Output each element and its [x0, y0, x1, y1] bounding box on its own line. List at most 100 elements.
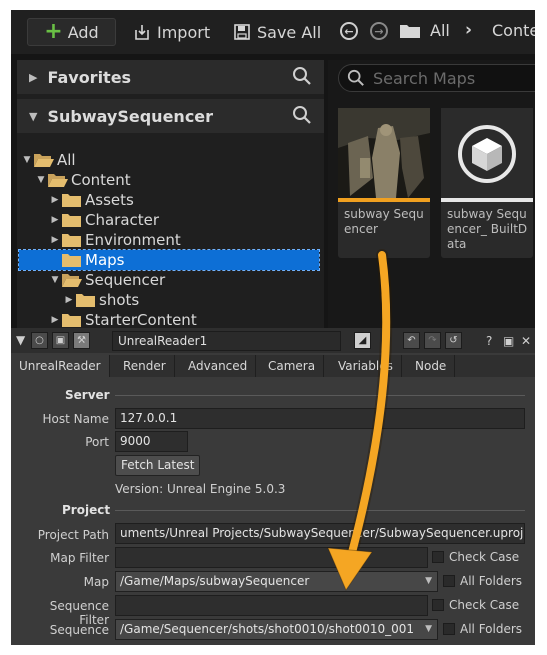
breadcrumb-separator-icon: › — [465, 20, 473, 40]
tree-item-shots[interactable]: ▶ shots — [19, 290, 319, 310]
collapsed-arrow-icon: ▶ — [65, 295, 73, 305]
tab-node[interactable]: Node — [407, 355, 456, 377]
chevron-down-icon: ▼ — [425, 624, 432, 634]
checkcase-label: Check Case — [449, 598, 520, 612]
tree-item-label: Character — [85, 211, 160, 229]
sequence-allfolders-checkbox[interactable] — [443, 623, 455, 635]
content-browser-toolbar: + Add Import Save All ← → All › Content — [11, 10, 535, 54]
tree-item-environment[interactable]: ▶ Environment — [19, 230, 319, 250]
properties-panel: ▼ ○ ▣ ⚒ UnrealReader1 ◢ ↶ ↷ ↺ ? ▣ ✕ Unre… — [11, 328, 535, 645]
map-dropdown[interactable]: /Game/Maps/subwaySequencer ▼ — [115, 571, 438, 592]
asset-type-bar — [338, 198, 430, 202]
folder-icon — [62, 193, 81, 207]
allfolders-label: All Folders — [460, 574, 523, 588]
project-header[interactable]: ▼ SubwaySequencer — [17, 99, 324, 133]
tab-camera[interactable]: Camera — [260, 355, 325, 377]
fetch-latest-button[interactable]: Fetch Latest — [115, 455, 201, 476]
folder-tree: ▼ All ▼ Content ▶ Assets ▶ Character ▶ E… — [18, 146, 320, 328]
tree-item-startercontent[interactable]: ▶ StarterContent — [19, 310, 319, 328]
properties-tabs: UnrealReader Render Advanced Camera Vari… — [11, 355, 535, 377]
map-thumbnail — [338, 108, 430, 198]
open-folder-icon — [34, 153, 54, 167]
host-name-label: Host Name — [42, 412, 109, 426]
open-folder-icon — [62, 273, 82, 287]
tree-item-maps[interactable]: Maps — [18, 249, 320, 271]
folder-icon — [76, 293, 95, 307]
host-name-input[interactable]: 127.0.0.1 — [115, 408, 525, 429]
expanded-arrow-icon: ▼ — [23, 155, 31, 165]
tree-item-character[interactable]: ▶ Character — [19, 210, 319, 230]
pin-icon[interactable]: ◢ — [354, 332, 371, 349]
undo-icon[interactable]: ↶ — [403, 332, 420, 349]
folder-icon — [62, 213, 81, 227]
expanded-arrow-icon: ▼ — [37, 175, 45, 185]
back-icon[interactable]: ← — [340, 22, 358, 40]
open-folder-icon — [48, 173, 68, 187]
import-button[interactable]: Import — [133, 18, 210, 46]
content-browser: + Add Import Save All ← → All › Content — [11, 10, 535, 328]
tree-item-label: Sequencer — [85, 271, 166, 289]
folder-icon — [62, 313, 81, 327]
port-input[interactable]: 9000 — [115, 431, 188, 452]
map-dropdown-value: /Game/Maps/subwaySequencer — [120, 574, 310, 588]
search-icon — [347, 69, 364, 86]
map-filter-input[interactable] — [115, 547, 428, 568]
tree-item-all[interactable]: ▼ All — [19, 150, 319, 170]
breadcrumb-all[interactable]: All — [430, 21, 450, 40]
collapsed-arrow-icon: ▶ — [29, 70, 38, 84]
collapsed-arrow-icon: ▶ — [51, 215, 59, 225]
collapse-arrow-icon[interactable]: ▼ — [16, 333, 25, 347]
folder-icon[interactable] — [399, 23, 421, 39]
asset-tile-builtdata[interactable]: subway Sequencer_ BuiltData — [441, 108, 533, 258]
map-filter-label: Map Filter — [50, 551, 109, 565]
asset-type-bar — [441, 198, 533, 202]
map-label: Map — [83, 575, 109, 589]
port-label: Port — [85, 435, 109, 449]
tree-item-sequencer[interactable]: ▼ Sequencer — [19, 270, 319, 290]
map-filter-checkcase-checkbox[interactable] — [432, 551, 444, 563]
search-icon[interactable] — [292, 105, 312, 125]
favorites-header[interactable]: ▶ Favorites — [17, 60, 324, 94]
tab-unrealreader[interactable]: UnrealReader — [11, 355, 110, 377]
search-maps-input[interactable]: Search Maps — [338, 64, 535, 92]
forward-icon[interactable]: → — [370, 22, 388, 40]
tab-advanced[interactable]: Advanced — [180, 355, 257, 377]
collapsed-arrow-icon: ▶ — [51, 235, 59, 245]
group-divider — [115, 395, 525, 396]
save-all-button-label: Save All — [257, 22, 322, 42]
help-icon[interactable]: ? — [486, 334, 492, 348]
sequence-dropdown[interactable]: /Game/Sequencer/shots/shot0010/shot0010_… — [115, 619, 438, 640]
sequence-filter-input[interactable] — [115, 595, 428, 616]
float-icon[interactable]: ▣ — [503, 334, 514, 348]
checkcase-label: Check Case — [449, 550, 520, 564]
tab-render[interactable]: Render — [115, 355, 175, 377]
breadcrumb-content[interactable]: Content — [492, 21, 535, 40]
map-allfolders-checkbox[interactable] — [443, 575, 455, 587]
project-path-input[interactable]: uments/Unreal Projects/SubwaySequencer/S… — [115, 523, 525, 544]
chevron-down-icon: ▼ — [425, 576, 432, 586]
save-all-button[interactable]: Save All — [233, 18, 321, 46]
asset-tile-map[interactable]: subway Sequencer — [338, 108, 430, 258]
close-icon[interactable]: ✕ — [521, 334, 531, 348]
save-icon — [234, 24, 250, 40]
collapsed-arrow-icon: ▶ — [51, 195, 59, 205]
tree-item-label: shots — [99, 291, 140, 309]
tree-item-label: Environment — [85, 231, 181, 249]
node-name-field[interactable]: UnrealReader1 — [112, 331, 341, 351]
sequence-filter-checkcase-checkbox[interactable] — [432, 599, 444, 611]
redo-icon[interactable]: ↷ — [424, 332, 441, 349]
plus-icon: + — [44, 19, 63, 44]
node-color-icon[interactable]: ○ — [31, 332, 48, 349]
expanded-arrow-icon: ▼ — [29, 109, 38, 123]
version-text: Version: Unreal Engine 5.0.3 — [115, 482, 286, 496]
revert-icon[interactable]: ↺ — [445, 332, 462, 349]
node-viewer-icon[interactable]: ▣ — [52, 332, 69, 349]
tree-item-assets[interactable]: ▶ Assets — [19, 190, 319, 210]
server-group-title: Server — [65, 388, 110, 402]
tree-item-content[interactable]: ▼ Content — [19, 170, 319, 190]
search-icon[interactable] — [292, 66, 312, 86]
tab-variables[interactable]: Variables — [330, 355, 402, 377]
add-button[interactable]: + Add — [27, 18, 116, 46]
node-wrench-icon[interactable]: ⚒ — [73, 332, 90, 349]
favorites-label: Favorites — [47, 67, 132, 87]
